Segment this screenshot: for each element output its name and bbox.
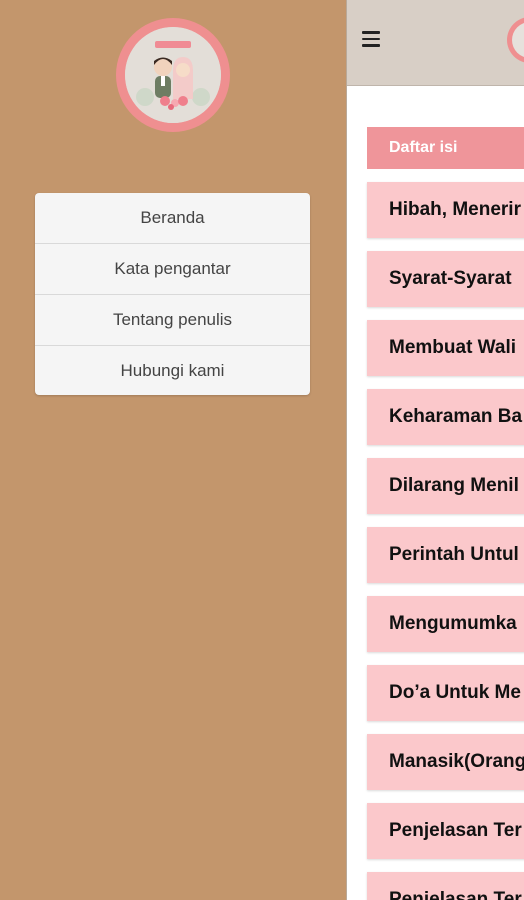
main-content: Daftar isi Hibah, Menerir Syarat-Syarat …	[346, 0, 524, 900]
toc-item[interactable]: Syarat-Syarat	[367, 251, 524, 307]
menu-item-hubungi-kami[interactable]: Hubungi kami	[35, 346, 310, 395]
app-logo-icon	[507, 17, 524, 63]
toc-item[interactable]: Penjelasan Ter	[367, 872, 524, 900]
menu-item-kata-pengantar[interactable]: Kata pengantar	[35, 244, 310, 295]
toc-list: Hibah, Menerir Syarat-Syarat Membuat Wal…	[367, 182, 524, 900]
couple-illustration-icon	[125, 27, 221, 123]
toc-item[interactable]: Dilarang Menil	[367, 458, 524, 514]
hamburger-icon[interactable]	[362, 31, 380, 47]
toc-header: Daftar isi	[367, 127, 524, 169]
toc-item[interactable]: Keharaman Ba	[367, 389, 524, 445]
toc-item[interactable]: Do’a Untuk Me	[367, 665, 524, 721]
toc-item[interactable]: Mengumumka	[367, 596, 524, 652]
avatar	[116, 18, 230, 132]
toc-item[interactable]: Membuat Wali	[367, 320, 524, 376]
toc-item[interactable]: Manasik(Orang	[367, 734, 524, 790]
toc-item[interactable]: Penjelasan Ter	[367, 803, 524, 859]
navigation-drawer: Beranda Kata pengantar Tentang penulis H…	[0, 0, 346, 900]
app-bar	[347, 0, 524, 86]
toc-item[interactable]: Perintah Untul	[367, 527, 524, 583]
menu-item-tentang-penulis[interactable]: Tentang penulis	[35, 295, 310, 346]
menu-item-beranda[interactable]: Beranda	[35, 193, 310, 244]
toc-item[interactable]: Hibah, Menerir	[367, 182, 524, 238]
drawer-menu: Beranda Kata pengantar Tentang penulis H…	[35, 193, 310, 395]
